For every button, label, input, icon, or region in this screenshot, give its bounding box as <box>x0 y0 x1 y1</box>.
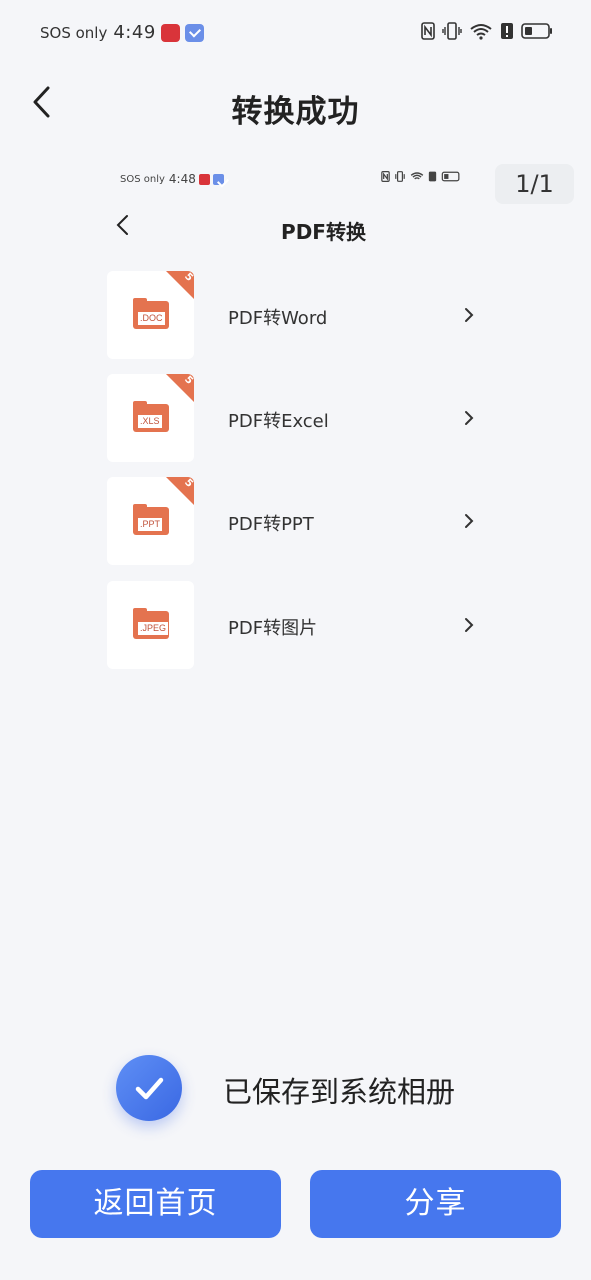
chevron-right-icon <box>465 618 474 632</box>
back-to-home-button[interactable]: 返回首页 <box>30 1170 281 1238</box>
page-title: 转换成功 <box>231 94 360 130</box>
notification-app-icon <box>184 23 204 42</box>
notification-app-icon <box>160 23 180 42</box>
file-ext-label: .PPT <box>138 518 163 531</box>
list-item-pdf-to-word: 5 .DOC PDF转Word <box>107 271 487 359</box>
preview-battery-icon <box>441 171 460 182</box>
share-button[interactable]: 分享 <box>310 1170 561 1238</box>
preview-status-time: 4:48 <box>168 172 196 186</box>
vibrate-icon <box>442 22 462 40</box>
chevron-right-icon <box>465 514 474 528</box>
converted-image-preview: SOS only 4:48 PDF转换 5 .DOC PDF转Word 5 .X… <box>104 160 496 690</box>
list-item-label: PDF转PPT <box>228 514 314 535</box>
preview-vibrate-icon <box>395 171 405 182</box>
carrier-text: SOS only <box>40 23 108 42</box>
status-time: 4:49 <box>113 22 156 43</box>
doc-file-icon: 5 .DOC <box>107 271 194 359</box>
file-ext-label: .JPEG <box>138 622 169 635</box>
wifi-icon <box>470 24 492 40</box>
preview-notification-app-icon <box>198 173 210 185</box>
status-bar: SOS only 4:49 <box>0 0 591 66</box>
saved-message: 已保存到系统相册 <box>223 1075 456 1109</box>
chevron-right-icon <box>465 411 474 425</box>
battery-icon <box>521 23 552 39</box>
preview-notification-app-icon <box>212 173 224 185</box>
list-item-pdf-to-image: .JPEG PDF转图片 <box>107 581 487 669</box>
list-item-pdf-to-ppt: 5 .PPT PDF转PPT <box>107 477 487 565</box>
check-circle-icon <box>116 1055 182 1121</box>
nfc-icon <box>421 22 435 40</box>
list-item-pdf-to-excel: 5 .XLS PDF转Excel <box>107 374 487 462</box>
xls-file-icon: 5 .XLS <box>107 374 194 462</box>
preview-alert-icon <box>428 171 437 182</box>
alert-icon <box>501 23 513 39</box>
jpeg-file-icon: .JPEG <box>107 581 194 669</box>
preview-status-bar: SOS only 4:48 <box>120 172 224 186</box>
list-item-label: PDF转Word <box>228 308 328 329</box>
preview-nfc-icon <box>381 171 390 182</box>
preview-status-icons <box>381 171 462 182</box>
preview-carrier-text: SOS only <box>120 173 165 185</box>
preview-wifi-icon <box>410 172 424 180</box>
page-counter: 1/1 <box>495 164 574 204</box>
file-ext-label: .DOC <box>138 312 165 325</box>
file-ext-label: .XLS <box>138 415 162 428</box>
list-item-label: PDF转图片 <box>228 618 318 639</box>
ppt-file-icon: 5 .PPT <box>107 477 194 565</box>
chevron-right-icon <box>465 308 474 322</box>
preview-title: PDF转换 <box>281 220 366 244</box>
list-item-label: PDF转Excel <box>228 411 329 432</box>
